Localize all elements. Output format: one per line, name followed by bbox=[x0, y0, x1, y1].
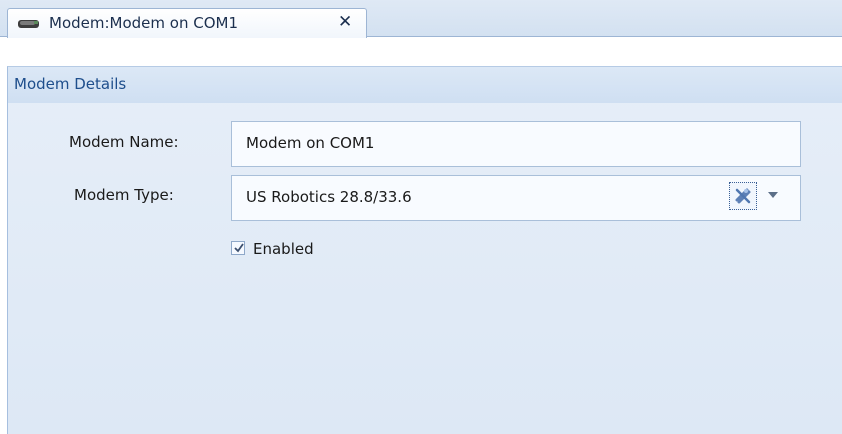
modem-details-header[interactable]: Modem Details bbox=[7, 66, 842, 103]
document-tabstrip: Modem:Modem on COM1 ✕ bbox=[0, 0, 842, 38]
modem-name-input[interactable]: Modem on COM1 bbox=[231, 121, 801, 167]
modem-name-value: Modem on COM1 bbox=[246, 134, 375, 152]
close-icon[interactable]: ✕ bbox=[338, 12, 352, 32]
modem-type-label: Modem Type: bbox=[74, 186, 174, 204]
tab-modem-on-com1[interactable]: Modem:Modem on COM1 ✕ bbox=[7, 8, 367, 38]
chevron-down-icon[interactable] bbox=[768, 192, 778, 198]
modem-icon bbox=[18, 20, 39, 28]
enabled-label[interactable]: Enabled bbox=[253, 240, 314, 258]
modem-type-select[interactable]: US Robotics 28.8/33.6 bbox=[231, 175, 801, 221]
modem-type-value: US Robotics 28.8/33.6 bbox=[246, 188, 412, 206]
clear-field-button[interactable] bbox=[729, 182, 757, 210]
tab-title: Modem:Modem on COM1 bbox=[49, 14, 239, 32]
clear-field-icon bbox=[735, 188, 751, 204]
checkmark-icon bbox=[234, 243, 244, 253]
enabled-checkbox[interactable] bbox=[231, 241, 245, 255]
panel-header-label: Modem Details bbox=[14, 75, 127, 93]
modem-name-label: Modem Name: bbox=[69, 133, 179, 151]
